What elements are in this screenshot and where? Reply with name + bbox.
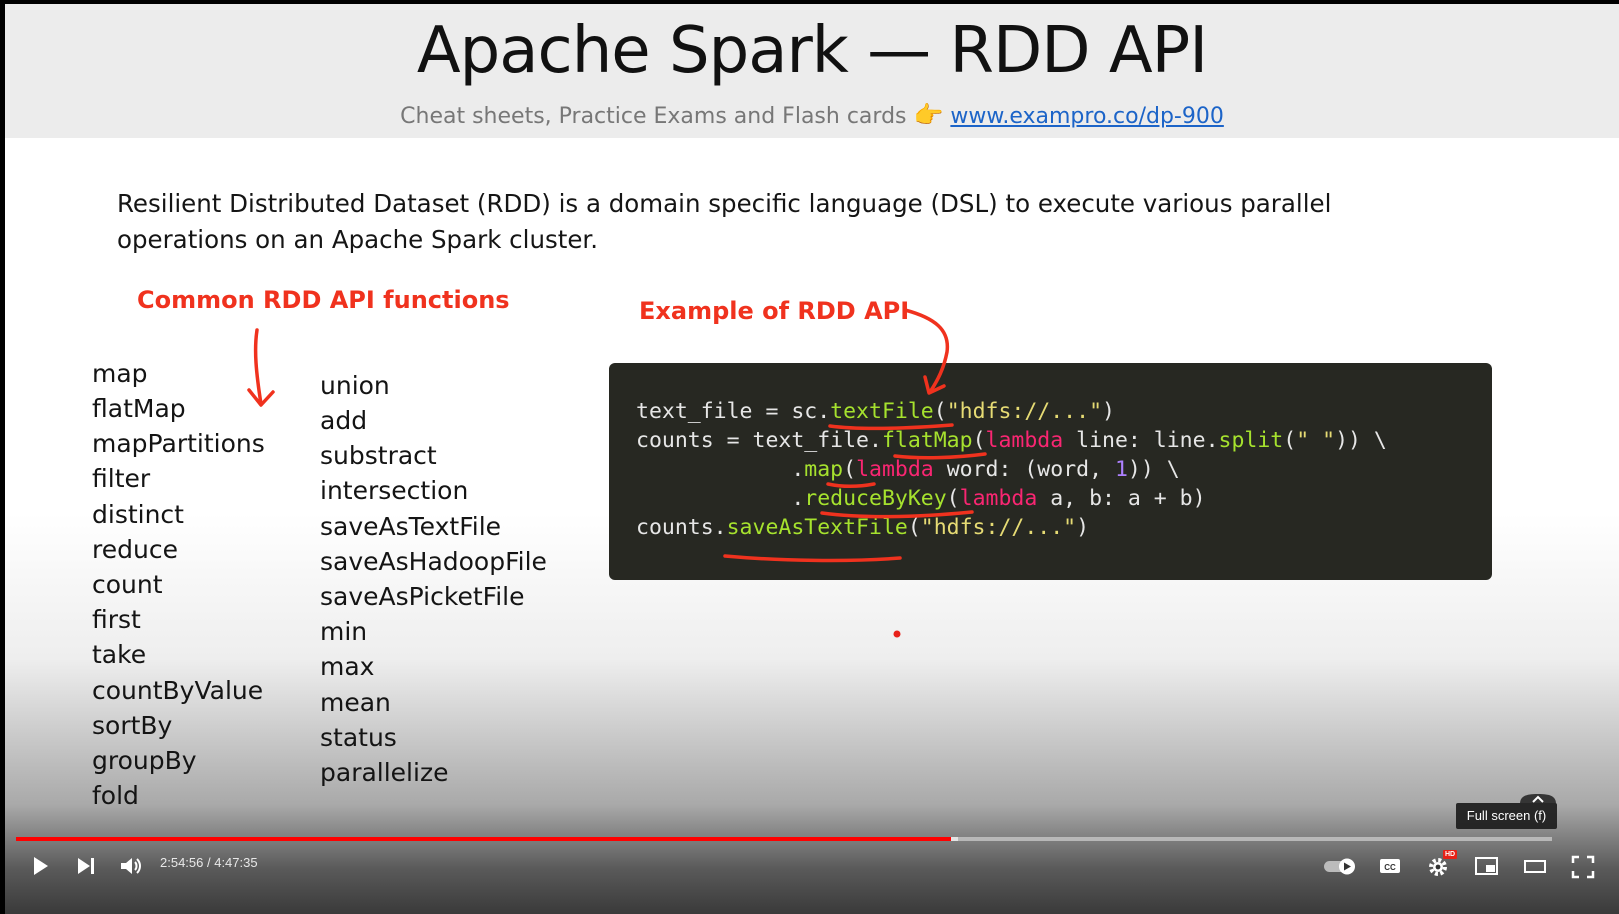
code-line: text_file = sc.textFile("hdfs://...") <box>636 399 1115 424</box>
code-line: counts = text_file.flatMap(lambda line: … <box>636 428 1387 453</box>
hd-badge: HD <box>1443 850 1458 859</box>
time-separator: / <box>203 855 215 870</box>
progress-played <box>16 837 951 841</box>
functions-heading: Common RDD API functions <box>137 286 510 314</box>
fullscreen-tooltip: Full screen (f) <box>1456 803 1557 829</box>
function-item: mapPartitions <box>92 429 265 458</box>
function-item: flatMap <box>92 394 186 423</box>
pointing-hand-icon: 👉 <box>913 101 944 129</box>
function-item: take <box>92 640 147 669</box>
function-item: union <box>320 371 390 400</box>
function-item: substract <box>320 441 437 470</box>
code-line: .map(lambda word: (word, 1)) \ <box>636 457 1180 482</box>
code-block: text_file = sc.textFile("hdfs://...") co… <box>609 363 1492 580</box>
function-item: countByValue <box>92 676 264 705</box>
fullscreen-icon[interactable] <box>1570 854 1596 880</box>
example-heading: Example of RDD API <box>639 297 910 325</box>
video-player[interactable]: Apache Spark — RDD API Cheat sheets, Pra… <box>0 0 1619 914</box>
function-item: count <box>92 570 163 599</box>
function-item: groupBy <box>92 746 197 775</box>
miniplayer-icon[interactable] <box>1474 854 1500 878</box>
function-item: reduce <box>92 535 178 564</box>
function-item: max <box>320 652 375 681</box>
play-icon[interactable] <box>28 854 52 878</box>
duration: 4:47:35 <box>214 855 258 870</box>
time-display: 2:54:56 / 4:47:35 <box>160 855 258 870</box>
svg-text:CC: CC <box>1384 863 1396 872</box>
function-item: add <box>320 406 368 435</box>
function-item: distinct <box>92 500 184 529</box>
function-item: min <box>320 617 368 646</box>
slide-subtitle: Cheat sheets, Practice Exams and Flash c… <box>5 101 1619 129</box>
player-controls: 2:54:56 / 4:47:35 CC HD <box>0 836 1619 914</box>
slide-banner: Apache Spark — RDD API Cheat sheets, Pra… <box>5 4 1619 138</box>
captions-icon[interactable]: CC <box>1378 854 1402 878</box>
chevron-up-icon <box>1520 794 1556 804</box>
function-item: fold <box>92 781 139 810</box>
volume-icon[interactable] <box>118 854 144 878</box>
autoplay-toggle-icon[interactable] <box>1322 854 1358 878</box>
code-line: counts.saveAsTextFile("hdfs://...") <box>636 515 1090 540</box>
function-item: intersection <box>320 476 469 505</box>
slide-description: Resilient Distributed Dataset (RDD) is a… <box>117 189 1332 254</box>
function-item: map <box>92 359 148 388</box>
function-item: saveAsTextFile <box>320 512 502 541</box>
function-item: parallelize <box>320 758 449 787</box>
current-time: 2:54:56 <box>160 855 204 870</box>
function-item: saveAsHadoopFile <box>320 547 547 576</box>
subtitle-text: Cheat sheets, Practice Exams and Flash c… <box>400 104 907 129</box>
slide-title: Apache Spark — RDD API <box>416 14 1208 88</box>
function-item: status <box>320 723 397 752</box>
function-item: mean <box>320 688 391 717</box>
function-item: filter <box>92 464 151 493</box>
function-item: first <box>92 605 141 634</box>
next-icon[interactable] <box>74 854 98 878</box>
theater-icon[interactable] <box>1522 854 1548 878</box>
progress-bar[interactable] <box>16 837 1552 841</box>
code-line: .reduceByKey(lambda a, b: a + b) <box>636 486 1206 511</box>
function-item: sortBy <box>92 711 173 740</box>
exampro-link[interactable]: www.exampro.co/dp-900 <box>950 104 1223 129</box>
function-item: saveAsPicketFile <box>320 582 525 611</box>
